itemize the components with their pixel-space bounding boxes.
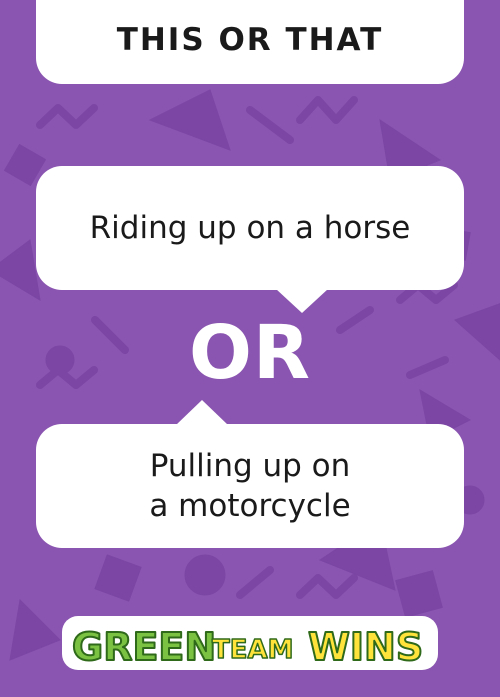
option-first-line: Riding up on a horse <box>89 210 411 246</box>
option-second-line-2: a motorcycle <box>149 488 351 524</box>
logo-word-team: TEAM <box>212 635 294 665</box>
logo-word-wins: WINS <box>308 625 423 669</box>
page-title: THIS OR THAT <box>116 22 384 58</box>
option-card-first[interactable]: Riding up on a horse <box>36 166 464 290</box>
speech-tail-second <box>176 400 228 425</box>
or-divider: OR <box>189 310 311 396</box>
option-second-text: Pulling up on a motorcycle <box>119 446 380 526</box>
logo-word-green: GREEN <box>72 625 216 669</box>
green-team-wins-logo: GREEN TEAM WINS <box>62 616 438 670</box>
option-card-second[interactable]: Pulling up on a motorcycle <box>36 424 464 548</box>
title-card: THIS OR THAT <box>36 0 464 84</box>
option-first-text: Riding up on a horse <box>60 208 441 248</box>
option-second-line-1: Pulling up on <box>149 448 351 484</box>
